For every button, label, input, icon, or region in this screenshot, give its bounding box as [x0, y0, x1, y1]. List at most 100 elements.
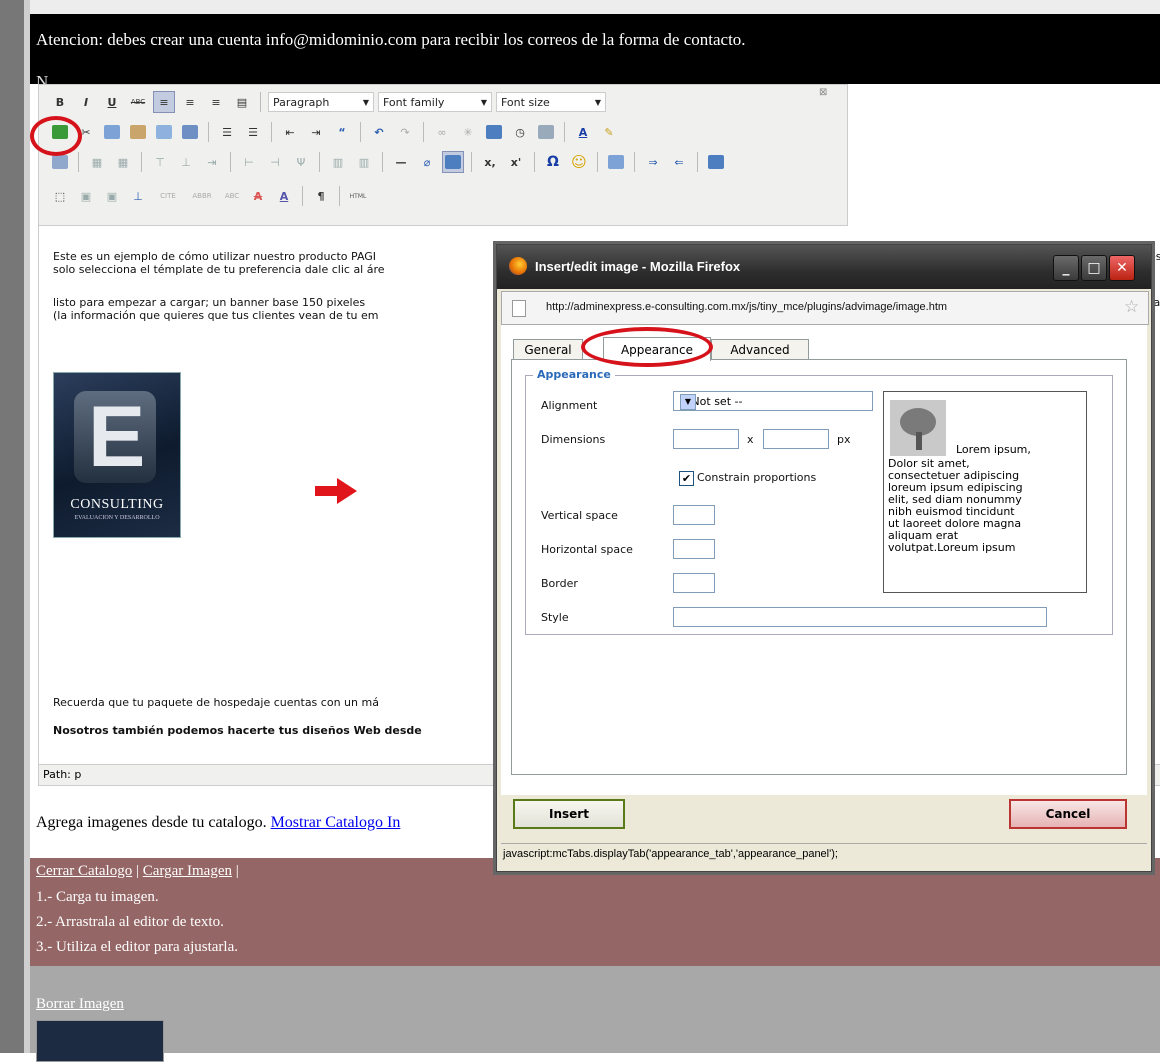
bullet-list-icon[interactable]: ☰: [216, 121, 238, 143]
subscript-icon[interactable]: x,: [479, 151, 501, 173]
move-backward-icon[interactable]: ▣: [101, 185, 123, 207]
merge-cells-icon[interactable]: ▥: [353, 151, 375, 173]
rtl-icon[interactable]: ⇐: [668, 151, 690, 173]
undo-icon[interactable]: ↶: [368, 121, 390, 143]
col-before-icon[interactable]: ⊢: [238, 151, 260, 173]
status-bar: javascript:mcTabs.displayTab('appearance…: [501, 843, 1147, 866]
catalog-panel: Cerrar Catalogo | Cargar Imagen | 1.- Ca…: [30, 858, 1160, 966]
dimensions-label: Dimensions: [541, 433, 606, 446]
unlink-icon[interactable]: ✳: [457, 121, 479, 143]
cancel-button[interactable]: Cancel: [1009, 799, 1127, 829]
catalog-thumbnail[interactable]: [36, 1020, 164, 1062]
star-icon[interactable]: ☆: [1124, 297, 1139, 317]
table-icon[interactable]: ▦: [86, 151, 108, 173]
superscript-icon[interactable]: x': [505, 151, 527, 173]
align-left-button[interactable]: ≡: [153, 91, 175, 113]
insert-layer-icon[interactable]: ⬚: [49, 185, 71, 207]
print-icon[interactable]: [605, 151, 627, 173]
style-input[interactable]: [673, 607, 1047, 627]
italic-button[interactable]: I: [75, 91, 97, 113]
link-icon[interactable]: ∞: [431, 121, 453, 143]
anchor-icon[interactable]: [483, 121, 505, 143]
outdent-icon[interactable]: ⇤: [279, 121, 301, 143]
font-color-icon[interactable]: A: [572, 121, 594, 143]
toolbar-row-1: B I U ABC ≡ ≡ ≡ ▤ Paragraph ▼ Font family…: [49, 89, 606, 115]
strikethrough-button[interactable]: ABC: [127, 91, 149, 113]
delete-image-link[interactable]: Borrar Imagen: [36, 996, 124, 1013]
url-bar: http://adminexpress.e-consulting.com.mx/…: [501, 291, 1149, 325]
ins-icon[interactable]: A: [273, 185, 295, 207]
cite-icon[interactable]: CITE: [153, 185, 183, 207]
move-forward-icon[interactable]: ▣: [75, 185, 97, 207]
alignment-select[interactable]: -- Not set -- ▼: [673, 391, 873, 411]
border-input[interactable]: [673, 573, 715, 593]
delete-row-icon[interactable]: ⇥: [201, 151, 223, 173]
width-input[interactable]: [673, 429, 739, 449]
remove-format-icon[interactable]: ⌀: [416, 151, 438, 173]
table-props-icon[interactable]: ▦: [112, 151, 134, 173]
copy-icon[interactable]: [101, 121, 123, 143]
align-center-button[interactable]: ≡: [179, 91, 201, 113]
close-button[interactable]: ✕: [1109, 255, 1135, 281]
paste-icon[interactable]: [127, 121, 149, 143]
maximize-button[interactable]: □: [1081, 255, 1107, 281]
fullscreen-icon[interactable]: [705, 151, 727, 173]
preview-text-1: Lorem ipsum,: [956, 443, 1031, 456]
col-after-icon[interactable]: ⊣: [264, 151, 286, 173]
alignment-preview: Lorem ipsum, Dolor sit amet, consectetue…: [883, 391, 1087, 593]
dialog-titlebar[interactable]: Insert/edit image - Mozilla Firefox _ □ …: [497, 245, 1151, 289]
paragraph-2-line-2: (la información que quieres que tus clie…: [53, 309, 379, 322]
abbr-icon[interactable]: ABBR: [187, 185, 217, 207]
constrain-checkbox[interactable]: ✔: [679, 471, 694, 486]
split-cells-icon[interactable]: ▥: [327, 151, 349, 173]
acronym-icon[interactable]: ABC: [221, 185, 243, 207]
tab-general[interactable]: General: [513, 339, 583, 360]
numbered-list-icon[interactable]: ☰: [242, 121, 264, 143]
top-strip: [30, 0, 1160, 15]
toolbar-resize-icon[interactable]: ⊠: [819, 87, 827, 98]
underline-button[interactable]: U: [101, 91, 123, 113]
align-justify-button[interactable]: ▤: [231, 91, 253, 113]
format-select[interactable]: Paragraph ▼: [268, 92, 374, 112]
font-family-select[interactable]: Font family ▼: [378, 92, 492, 112]
bold-button[interactable]: B: [49, 91, 71, 113]
horizontal-rule-icon[interactable]: —: [390, 151, 412, 173]
paste-text-icon[interactable]: [153, 121, 175, 143]
vertical-space-input[interactable]: [673, 505, 715, 525]
height-input[interactable]: [763, 429, 829, 449]
font-size-select[interactable]: Font size ▼: [496, 92, 606, 112]
horizontal-space-label: Horizontal space: [541, 543, 633, 556]
absolute-icon[interactable]: ⊥: [127, 185, 149, 207]
ltr-icon[interactable]: ⇒: [642, 151, 664, 173]
indent-icon[interactable]: ⇥: [305, 121, 327, 143]
align-right-button[interactable]: ≡: [205, 91, 227, 113]
toolbar-separator: [260, 92, 261, 112]
tab-advanced[interactable]: Advanced: [711, 339, 809, 360]
blockquote-icon[interactable]: “: [331, 121, 353, 143]
preview-icon[interactable]: [535, 121, 557, 143]
row-after-icon[interactable]: ⊥: [175, 151, 197, 173]
firefox-icon: [509, 257, 527, 275]
special-char-icon[interactable]: Ω: [542, 151, 564, 173]
minimize-button[interactable]: _: [1053, 255, 1079, 281]
notice-bar: Atencion: debes crear una cuenta info@mi…: [30, 14, 1160, 91]
delete-col-icon[interactable]: Ψ: [290, 151, 312, 173]
url-text: http://adminexpress.e-consulting.com.mx/…: [546, 301, 948, 313]
show-catalog-link[interactable]: Mostrar Catalogo In: [271, 814, 401, 831]
visual-aid-icon[interactable]: [442, 151, 464, 173]
redo-icon[interactable]: ↷: [394, 121, 416, 143]
highlight-color-icon[interactable]: ✎: [598, 121, 620, 143]
row-before-icon[interactable]: ⊤: [149, 151, 171, 173]
clock-icon[interactable]: ◷: [509, 121, 531, 143]
e-consulting-logo-image[interactable]: E CONSULTING EVALUACION Y DESARROLLO: [53, 372, 181, 538]
toolbar-separator: [423, 122, 424, 142]
del-icon[interactable]: A: [247, 185, 269, 207]
emoticon-icon[interactable]: ☺: [568, 151, 590, 173]
close-catalog-link[interactable]: Cerrar Catalogo: [36, 863, 132, 879]
paste-word-icon[interactable]: [179, 121, 201, 143]
html-source-icon[interactable]: HTML: [347, 185, 369, 207]
upload-image-link[interactable]: Cargar Imagen: [143, 863, 232, 879]
show-blocks-icon[interactable]: ¶: [310, 185, 332, 207]
insert-button[interactable]: Insert: [513, 799, 625, 829]
horizontal-space-input[interactable]: [673, 539, 715, 559]
